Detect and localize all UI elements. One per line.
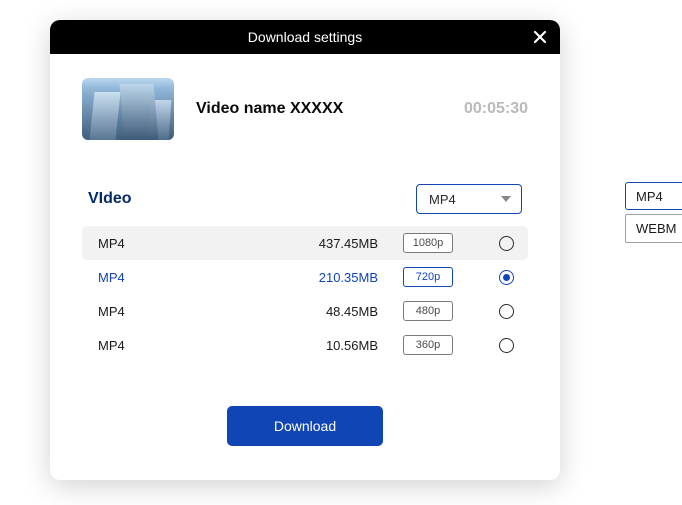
option-resolution-cell: 1080p	[378, 233, 478, 253]
video-name: Video name XXXXX	[196, 100, 442, 118]
quality-option[interactable]: MP448.45MB 480p	[82, 294, 528, 328]
option-resolution-cell: 360p	[378, 335, 478, 355]
option-size: 48.45MB	[288, 304, 378, 319]
format-select-menu: WEBM	[625, 214, 682, 243]
format-select-open[interactable]: MP4	[625, 182, 682, 210]
option-radio[interactable]	[499, 236, 514, 251]
resolution-badge: 720p	[403, 267, 453, 287]
quality-option[interactable]: MP4210.35MB 720p	[82, 260, 528, 294]
download-settings-modal: Download settings Video name XXXXX 00:05…	[50, 20, 560, 480]
video-duration: 00:05:30	[464, 100, 528, 118]
option-radio[interactable]	[499, 338, 514, 353]
option-format: MP4	[98, 270, 288, 285]
video-thumbnail	[82, 78, 174, 140]
option-resolution-cell: 720p	[378, 267, 478, 287]
quality-options-list: MP4437.45MB1080pMP4210.35MB720pMP448.45M…	[82, 226, 528, 362]
video-header: Video name XXXXX 00:05:30	[82, 78, 528, 140]
option-radio[interactable]	[499, 304, 514, 319]
option-format: MP4	[98, 338, 288, 353]
option-format: MP4	[98, 304, 288, 319]
format-menu-item[interactable]: WEBM	[626, 215, 682, 242]
video-section-title: VIdeo	[88, 190, 132, 208]
option-size: 210.35MB	[288, 270, 378, 285]
quality-option[interactable]: MP410.56MB 360p	[82, 328, 528, 362]
format-select[interactable]: MP4	[416, 184, 522, 214]
download-button[interactable]: Download	[227, 406, 383, 446]
format-select-expanded: MP4 WEBM	[625, 182, 682, 243]
close-button[interactable]	[528, 25, 552, 49]
quality-option[interactable]: MP4437.45MB 1080p	[82, 226, 528, 260]
chevron-down-icon	[501, 196, 511, 202]
format-select-value: MP4	[429, 192, 456, 207]
resolution-badge: 360p	[403, 335, 453, 355]
modal-titlebar: Download settings	[50, 20, 560, 54]
resolution-badge: 480p	[403, 301, 453, 321]
modal-title: Download settings	[248, 29, 362, 45]
option-format: MP4	[98, 236, 288, 251]
close-icon	[532, 29, 548, 45]
option-radio[interactable]	[499, 270, 514, 285]
option-size: 437.45MB	[288, 236, 378, 251]
option-resolution-cell: 480p	[378, 301, 478, 321]
format-select-open-value: MP4	[636, 189, 663, 204]
resolution-badge: 1080p	[403, 233, 453, 253]
option-size: 10.56MB	[288, 338, 378, 353]
